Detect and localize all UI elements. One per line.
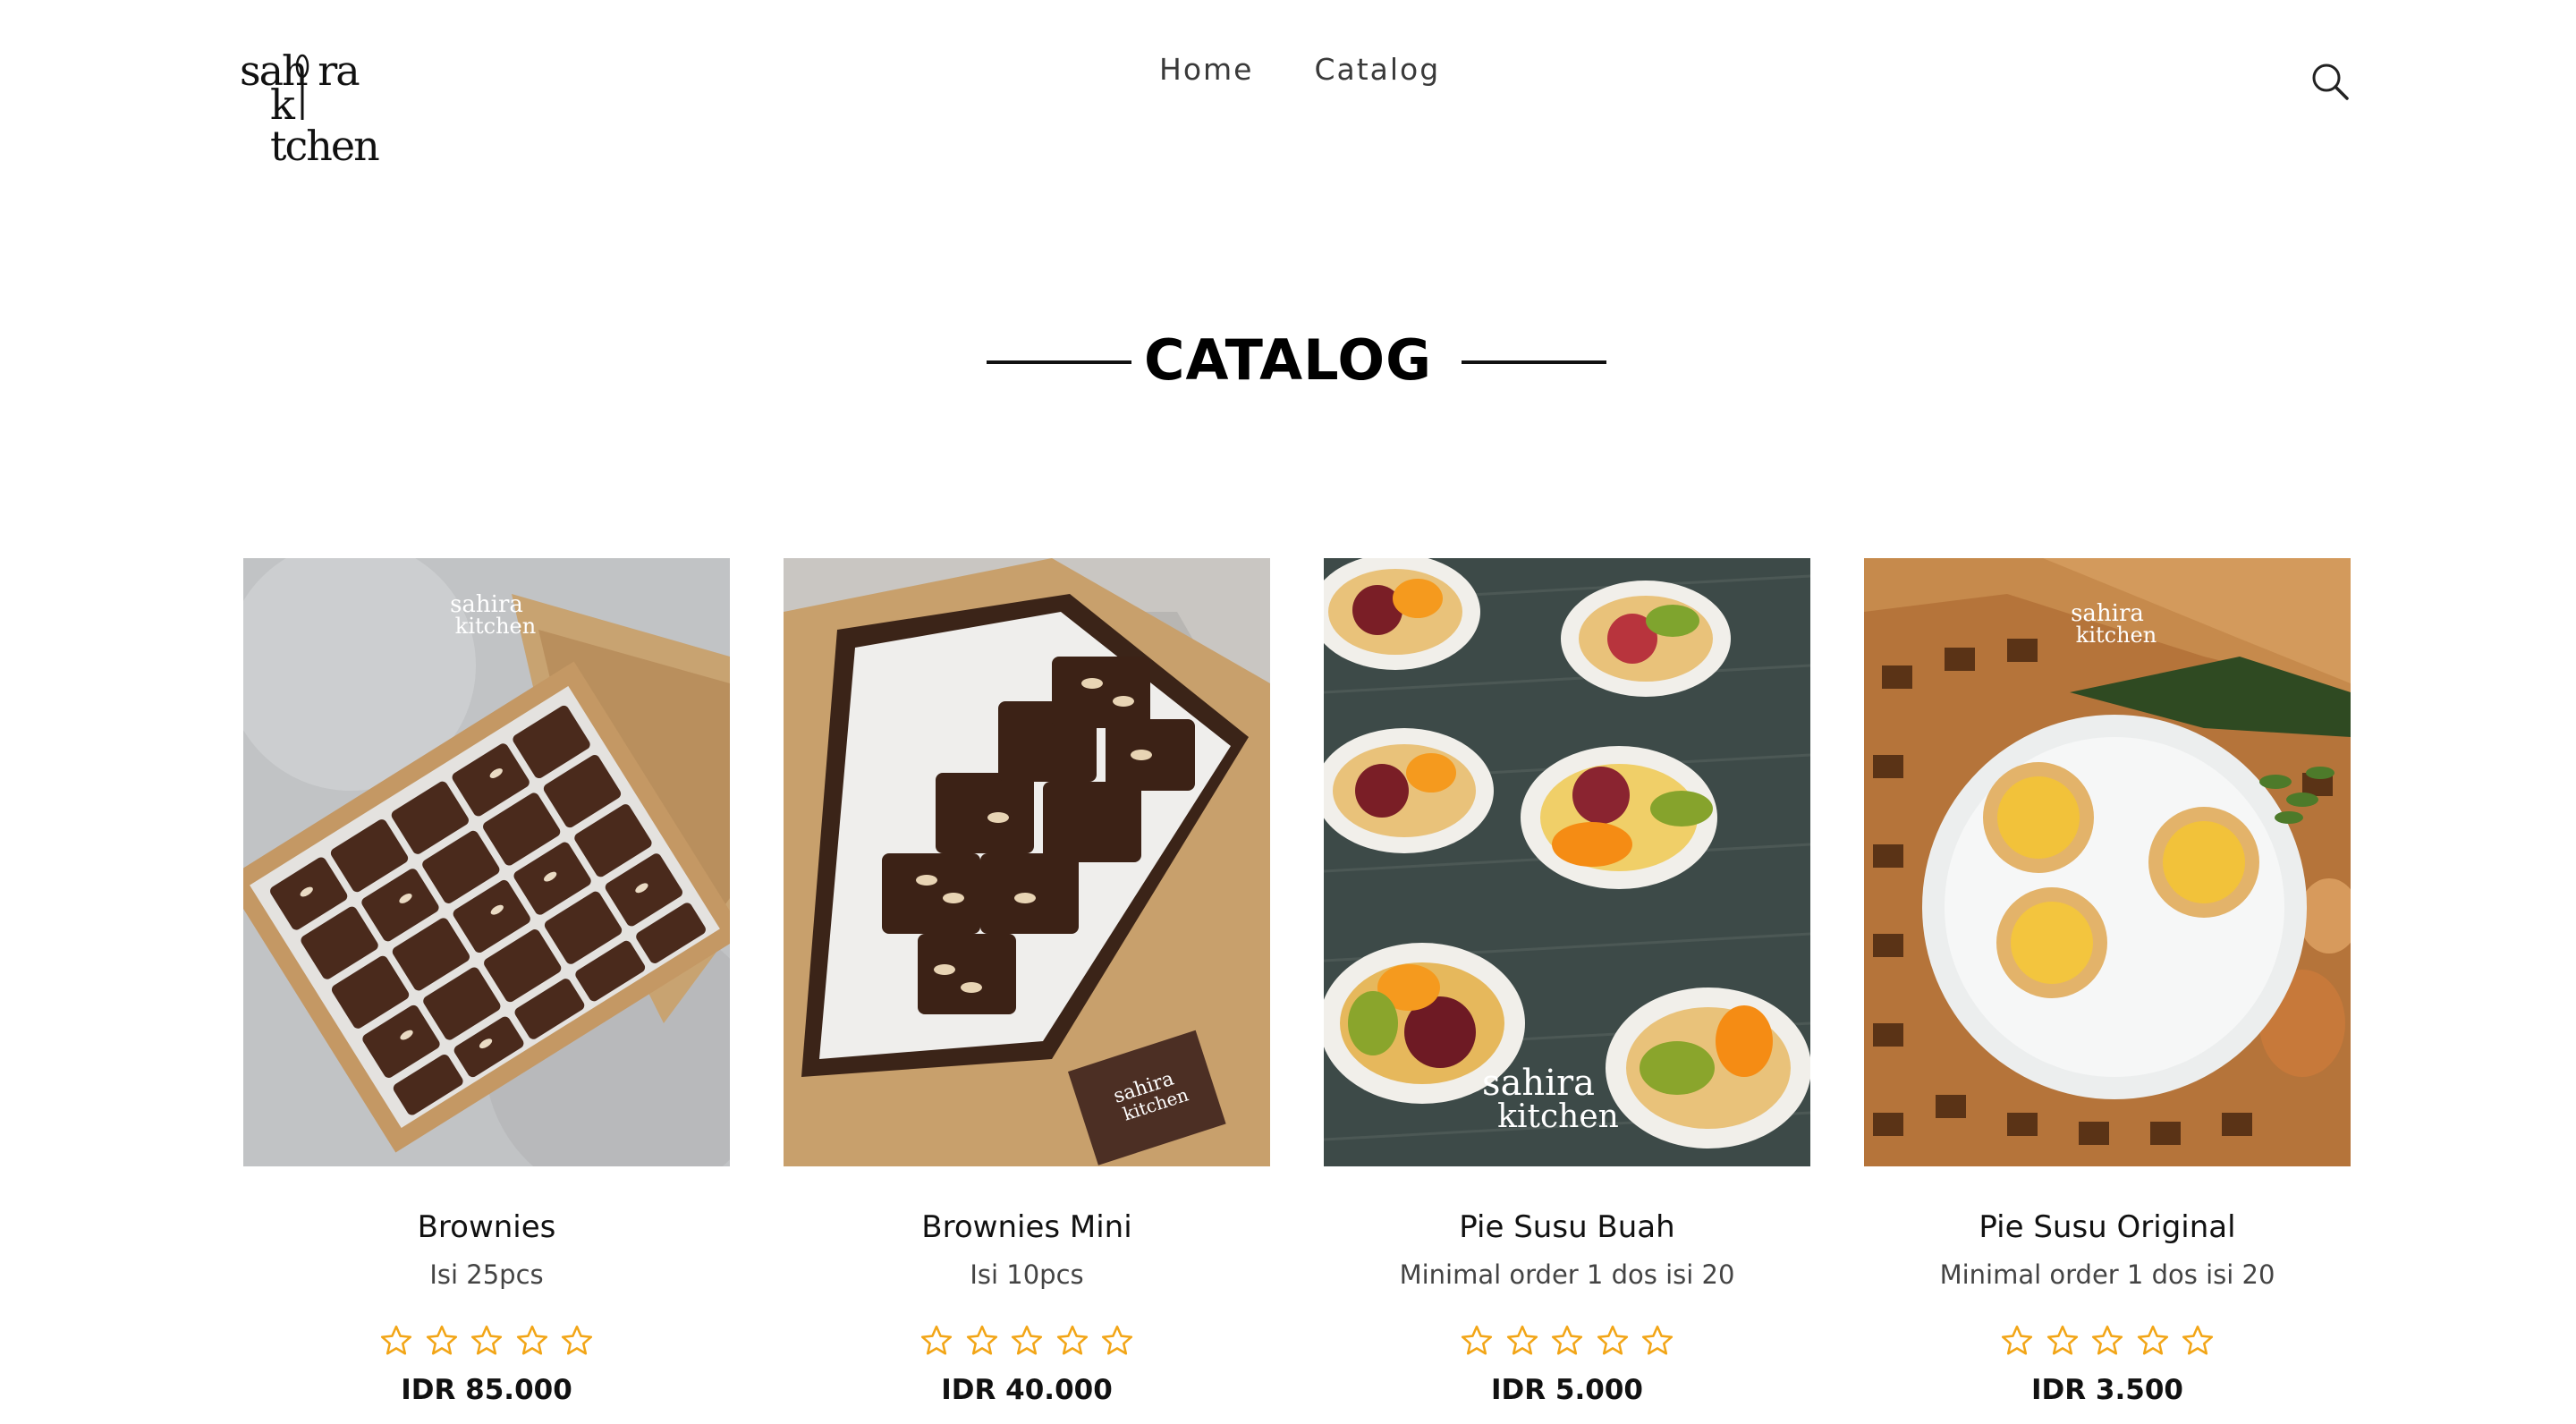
title-divider-right xyxy=(1462,360,1606,364)
star-icon[interactable] xyxy=(1640,1324,1674,1358)
product-card[interactable]: sahira kitchen Brownies Isi 25pcs IDR 85… xyxy=(243,558,730,1424)
product-card[interactable]: sahira kitchen Pie Susu Buah Minimal ord… xyxy=(1324,558,1810,1424)
rating-stars[interactable] xyxy=(1460,1324,1674,1360)
star-icon[interactable] xyxy=(2181,1324,2215,1358)
page-title: CATALOG xyxy=(1143,327,1433,393)
star-icon[interactable] xyxy=(919,1324,953,1358)
star-icon[interactable] xyxy=(1505,1324,1539,1358)
star-icon[interactable] xyxy=(470,1324,504,1358)
product-price: IDR 85.000 xyxy=(401,1374,572,1406)
product-image-brownies-mini[interactable]: sahira kitchen xyxy=(784,558,1270,1166)
rating-stars[interactable] xyxy=(919,1324,1134,1360)
product-image-brownies[interactable]: sahira kitchen xyxy=(243,558,730,1166)
rating-stars[interactable] xyxy=(2000,1324,2215,1360)
product-name[interactable]: Brownies xyxy=(243,1209,730,1245)
search-icon[interactable] xyxy=(2309,61,2351,102)
star-icon[interactable] xyxy=(1010,1324,1044,1358)
product-price: IDR 5.000 xyxy=(1491,1374,1643,1406)
product-description: Isi 25pcs xyxy=(429,1259,544,1290)
main-nav: Home Catalog xyxy=(1159,52,1440,87)
brand-logo[interactable]: sah ra k tchen xyxy=(240,50,392,166)
star-icon[interactable] xyxy=(1100,1324,1134,1358)
product-price: IDR 3.500 xyxy=(2031,1374,2183,1406)
product-grid: sahira kitchen Brownies Isi 25pcs IDR 85… xyxy=(243,558,2351,1424)
nav-catalog-link[interactable]: Catalog xyxy=(1314,52,1440,87)
product-image-pie-susu-buah[interactable]: sahira kitchen xyxy=(1324,558,1810,1166)
star-icon[interactable] xyxy=(2046,1324,2080,1358)
star-icon[interactable] xyxy=(1460,1324,1494,1358)
star-icon[interactable] xyxy=(2000,1324,2034,1358)
product-name[interactable]: Brownies Mini xyxy=(784,1209,1270,1245)
star-icon[interactable] xyxy=(2090,1324,2124,1358)
star-icon[interactable] xyxy=(1596,1324,1630,1358)
product-price: IDR 40.000 xyxy=(941,1374,1113,1406)
product-description: Minimal order 1 dos isi 20 xyxy=(1399,1259,1735,1290)
star-icon[interactable] xyxy=(2136,1324,2170,1358)
nav-home-link[interactable]: Home xyxy=(1159,52,1253,87)
star-icon[interactable] xyxy=(515,1324,549,1358)
product-card[interactable]: sahira kitchen Brownies Mini Isi 10pcs I… xyxy=(784,558,1270,1424)
star-icon[interactable] xyxy=(379,1324,413,1358)
title-divider-left xyxy=(987,360,1131,364)
rating-stars[interactable] xyxy=(379,1324,594,1360)
svg-text:kitchen: kitchen xyxy=(455,614,536,639)
product-name[interactable]: Pie Susu Buah xyxy=(1324,1209,1810,1245)
product-card[interactable]: sahira kitchen Pie Susu Original Minimal… xyxy=(1864,558,2351,1424)
star-icon[interactable] xyxy=(560,1324,594,1358)
product-description: Isi 10pcs xyxy=(970,1259,1084,1290)
site-header: sah ra k tchen Home Catalog xyxy=(0,0,2576,166)
product-description: Minimal order 1 dos isi 20 xyxy=(1939,1259,2275,1290)
svg-text:kitchen: kitchen xyxy=(1497,1098,1619,1135)
svg-text:kitchen: kitchen xyxy=(2076,623,2157,648)
product-name[interactable]: Pie Susu Original xyxy=(1864,1209,2351,1245)
star-icon[interactable] xyxy=(1055,1324,1089,1358)
star-icon[interactable] xyxy=(965,1324,999,1358)
whisk-icon xyxy=(295,54,309,120)
star-icon[interactable] xyxy=(425,1324,459,1358)
product-image-pie-susu-original[interactable]: sahira kitchen xyxy=(1864,558,2351,1166)
catalog-heading: CATALOG xyxy=(0,322,2576,403)
star-icon[interactable] xyxy=(1550,1324,1584,1358)
